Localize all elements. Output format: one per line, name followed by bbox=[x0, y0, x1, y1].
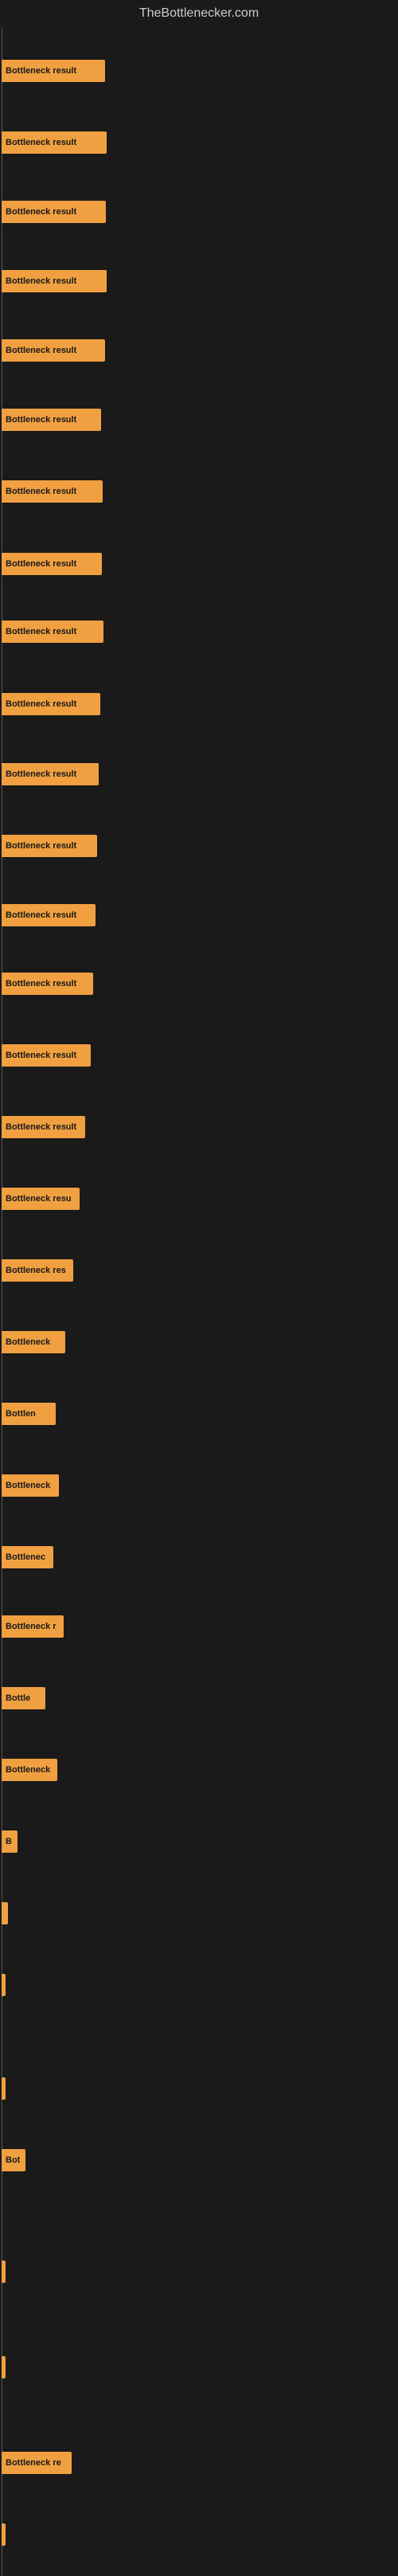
bottleneck-bar: Bottleneck result bbox=[2, 270, 107, 292]
bar-label: Bottleneck r bbox=[6, 1622, 57, 1631]
bar-row: Bottleneck result bbox=[2, 405, 101, 433]
bar-label: Bottlen bbox=[6, 1409, 36, 1419]
bar-row: Bottleneck result bbox=[2, 617, 103, 645]
bar-label: Bottleneck result bbox=[6, 487, 76, 496]
bottleneck-bar: Bottleneck bbox=[2, 1474, 59, 1497]
bar-label: Bottleneck bbox=[6, 1765, 50, 1775]
bottleneck-bar: Bottleneck resu bbox=[2, 1188, 80, 1210]
bar-label: Bottleneck result bbox=[6, 276, 76, 286]
bottleneck-bar: Bottleneck result bbox=[2, 480, 103, 503]
bar-row: Bottleneck result bbox=[2, 198, 106, 225]
bar-label: Bottleneck result bbox=[6, 559, 76, 569]
bottleneck-bar: Bottleneck bbox=[2, 1331, 65, 1353]
bar-row bbox=[2, 2074, 6, 2102]
bar-label: Bottle bbox=[6, 1693, 30, 1703]
bar-row bbox=[2, 2520, 6, 2548]
bar-label: Bottleneck result bbox=[6, 1051, 76, 1060]
bar-row: Bottleneck bbox=[2, 1756, 57, 1783]
bar-row: Bottleneck bbox=[2, 1471, 59, 1499]
bar-label: Bottleneck result bbox=[6, 699, 76, 709]
bar-row: Bottlen bbox=[2, 1400, 56, 1427]
bar-label: Bottleneck result bbox=[6, 138, 76, 147]
bar-row bbox=[2, 2353, 6, 2381]
bottleneck-bar: Bottleneck result bbox=[2, 131, 107, 154]
bar-row: Bottleneck re bbox=[2, 2449, 72, 2476]
bar-row: Bottleneck res bbox=[2, 1256, 73, 1284]
bar-row: Bot bbox=[2, 2146, 25, 2174]
bar-row: Bottleneck result bbox=[2, 760, 99, 788]
bar-label: Bottleneck bbox=[6, 1337, 50, 1347]
bar-row: Bottleneck bbox=[2, 1328, 65, 1356]
bottleneck-bar: Bottleneck result bbox=[2, 973, 93, 995]
bottleneck-bar: B bbox=[2, 1830, 18, 1853]
bar-row: Bottleneck r bbox=[2, 1612, 64, 1640]
bottleneck-bar: Bottleneck res bbox=[2, 1259, 73, 1282]
bottleneck-bar: Bottleneck result bbox=[2, 553, 102, 575]
bar-label: Bottleneck result bbox=[6, 841, 76, 851]
bottleneck-bar: Bottleneck result bbox=[2, 409, 101, 431]
bar-row: Bottleneck result bbox=[2, 690, 100, 718]
bar-label: Bottleneck result bbox=[6, 910, 76, 920]
bar-row: Bottlenec bbox=[2, 1543, 53, 1571]
bottleneck-bar bbox=[2, 2261, 6, 2283]
bars-container: Bottleneck result Bottleneck result Bottle… bbox=[0, 27, 398, 2576]
bar-row: Bottleneck result bbox=[2, 901, 96, 929]
bar-label: Bottleneck result bbox=[6, 346, 76, 355]
bottleneck-bar: Bot bbox=[2, 2149, 25, 2171]
bar-label: Bottleneck result bbox=[6, 1122, 76, 1132]
bar-row: Bottleneck result bbox=[2, 1113, 85, 1141]
bottleneck-bar: Bottlen bbox=[2, 1403, 56, 1425]
bottleneck-bar: Bottleneck result bbox=[2, 693, 100, 715]
bar-label: Bot bbox=[6, 2155, 20, 2165]
bar-row: Bottleneck result bbox=[2, 550, 102, 577]
bottleneck-bar: Bottleneck result bbox=[2, 1044, 91, 1067]
bar-label: Bottleneck result bbox=[6, 769, 76, 779]
bottleneck-bar: Bottleneck result bbox=[2, 339, 105, 362]
bar-row bbox=[2, 2257, 6, 2285]
bar-row bbox=[2, 1899, 8, 1927]
bottleneck-bar bbox=[2, 1974, 6, 1996]
bar-row: B bbox=[2, 1827, 18, 1855]
bottleneck-bar bbox=[2, 1902, 8, 1924]
bottleneck-bar: Bottleneck result bbox=[2, 835, 97, 857]
bar-label: Bottleneck result bbox=[6, 979, 76, 989]
bar-label: Bottleneck result bbox=[6, 207, 76, 217]
bar-row: Bottle bbox=[2, 1684, 45, 1712]
bar-row: Bottleneck result bbox=[2, 128, 107, 156]
site-title: TheBottlenecker.com bbox=[0, 0, 398, 27]
bar-label: Bottlenec bbox=[6, 1552, 45, 1562]
bar-label: Bottleneck result bbox=[6, 627, 76, 636]
bottleneck-bar: Bottleneck result bbox=[2, 201, 106, 223]
bottleneck-bar: Bottlenec bbox=[2, 1546, 53, 1568]
bottleneck-bar: Bottleneck result bbox=[2, 763, 99, 785]
bar-row: Bottleneck result bbox=[2, 1041, 91, 1069]
bottleneck-bar: Bottleneck result bbox=[2, 621, 103, 643]
bar-label: Bottleneck re bbox=[6, 2458, 61, 2468]
bottleneck-bar: Bottleneck r bbox=[2, 1615, 64, 1638]
bar-label: Bottleneck bbox=[6, 1481, 50, 1490]
bar-row: Bottleneck resu bbox=[2, 1184, 80, 1212]
bottleneck-bar: Bottleneck result bbox=[2, 60, 105, 82]
bar-row: Bottleneck result bbox=[2, 267, 107, 295]
bottleneck-bar: Bottleneck bbox=[2, 1759, 57, 1781]
bar-row: Bottleneck result bbox=[2, 969, 93, 997]
bar-label: Bottleneck result bbox=[6, 66, 76, 76]
bar-label: Bottleneck result bbox=[6, 415, 76, 425]
bottleneck-bar: Bottleneck result bbox=[2, 904, 96, 926]
bottleneck-bar: Bottle bbox=[2, 1687, 45, 1709]
bottleneck-bar: Bottleneck re bbox=[2, 2452, 72, 2474]
bar-label: Bottleneck resu bbox=[6, 1194, 72, 1204]
bottleneck-bar bbox=[2, 2356, 6, 2378]
bar-row: Bottleneck result bbox=[2, 336, 105, 364]
bar-row: Bottleneck result bbox=[2, 832, 97, 859]
bar-label: Bottleneck res bbox=[6, 1266, 66, 1275]
bar-row: Bottleneck result bbox=[2, 57, 105, 84]
bar-row: Bottleneck result bbox=[2, 477, 103, 505]
bar-row bbox=[2, 1971, 6, 1999]
bar-label: B bbox=[6, 1837, 12, 1846]
bottleneck-bar bbox=[2, 2523, 6, 2546]
bottleneck-bar bbox=[2, 2077, 6, 2100]
bottleneck-bar: Bottleneck result bbox=[2, 1116, 85, 1138]
site-title-text: TheBottlenecker.com bbox=[139, 6, 259, 20]
